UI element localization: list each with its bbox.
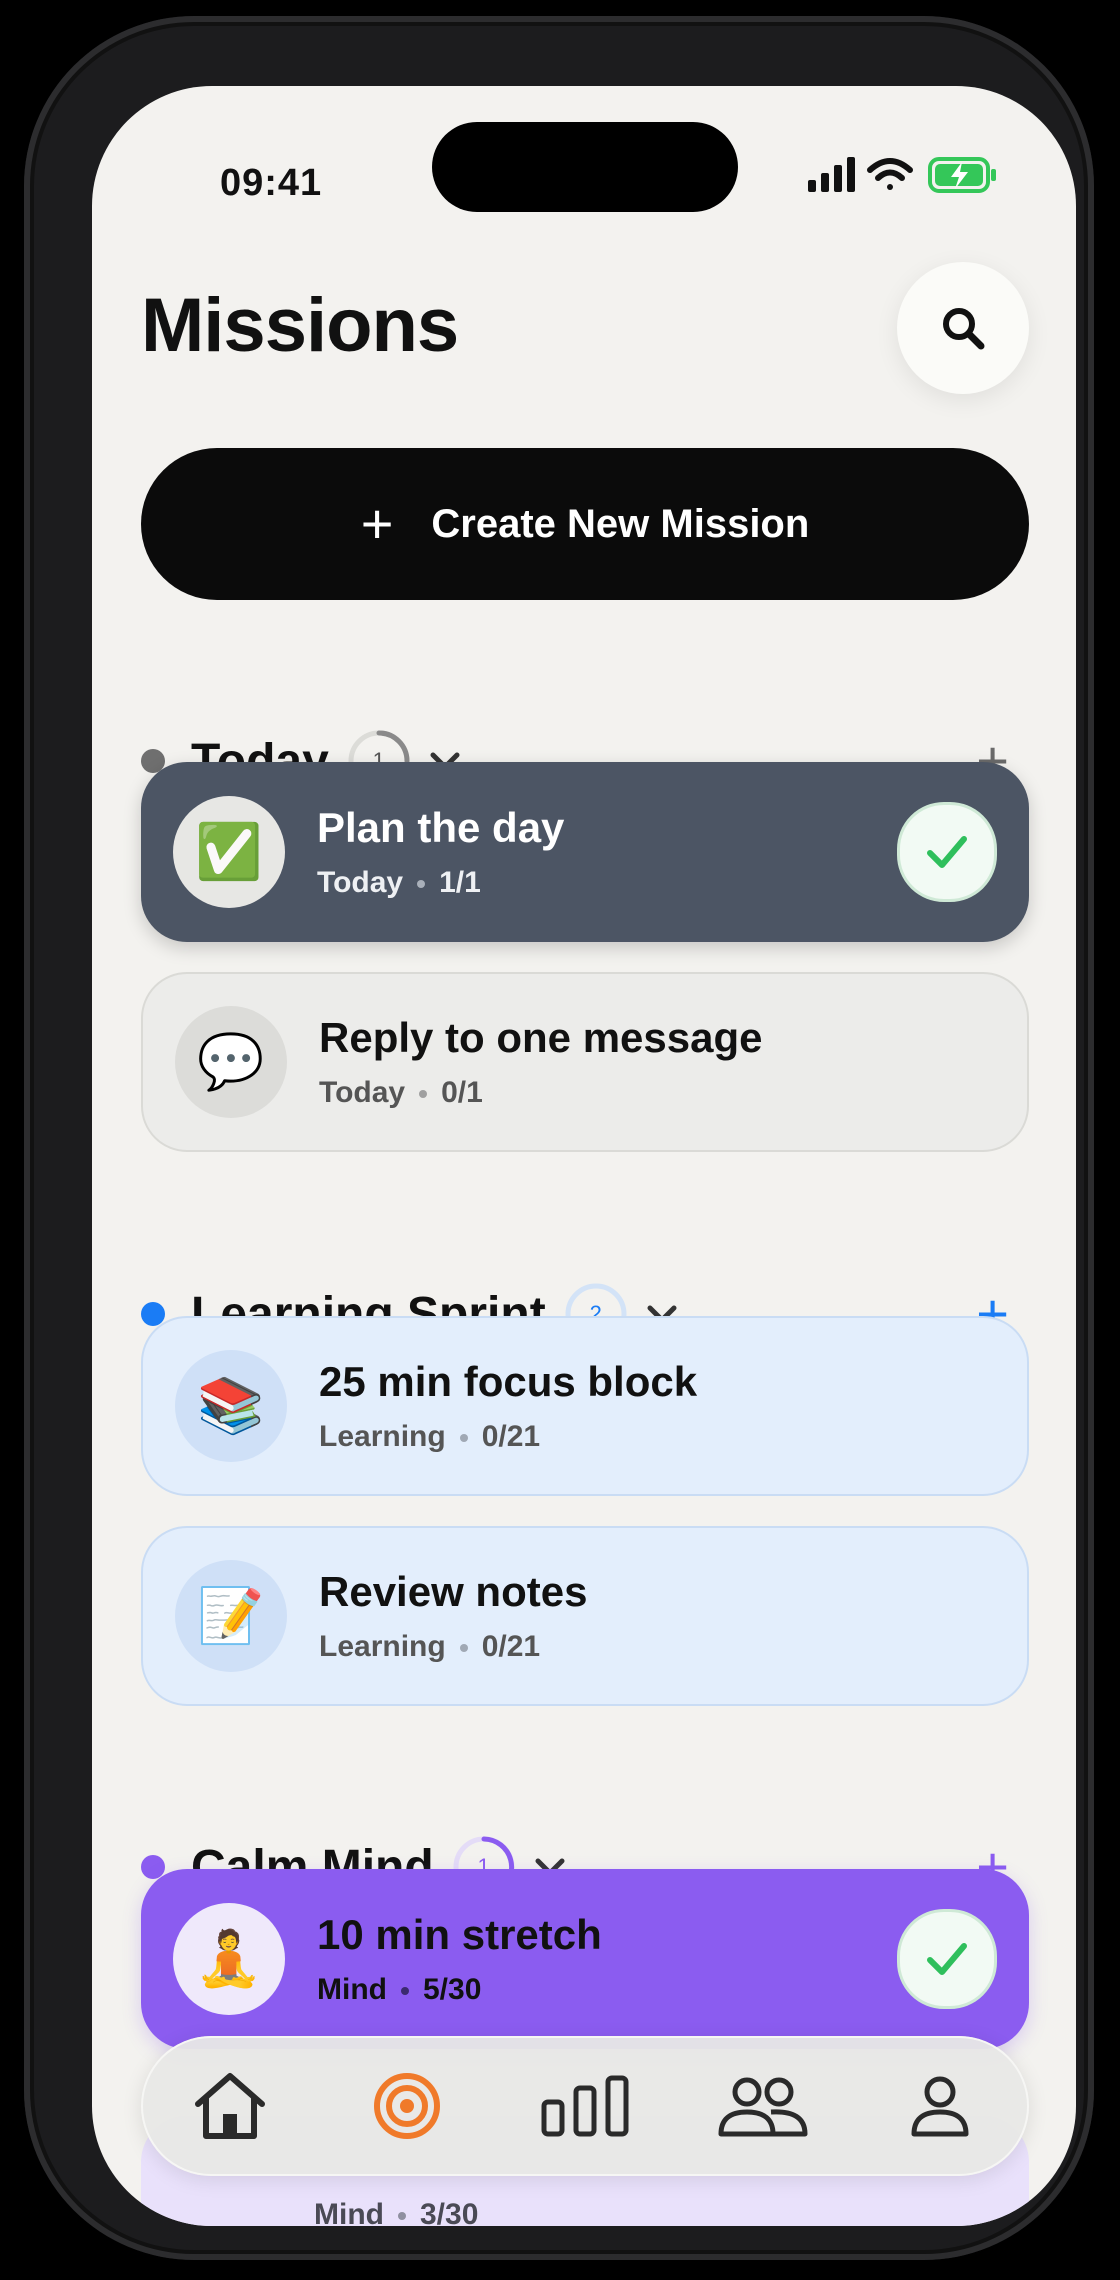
home-icon (194, 2073, 265, 2139)
search-icon (943, 308, 985, 350)
mission-category: Today (317, 866, 404, 899)
tab-bar (141, 2036, 1029, 2176)
mission-card[interactable]: 🧘 10 min stretch Mind 5/30 (141, 1869, 1029, 2049)
meditation-icon: 🧘 (173, 1903, 285, 2015)
mission-category: Mind (317, 1973, 387, 2006)
mission-category: Today (319, 1076, 406, 1109)
plus-icon: + (360, 492, 394, 555)
target-icon (374, 2073, 441, 2139)
mission-progress: 0/21 (481, 1630, 541, 1663)
create-mission-label: Create New Mission (431, 501, 810, 546)
screen: 09:41 Missions + Create New Mission Toda… (92, 86, 1076, 2226)
stats-icon (541, 2075, 629, 2137)
completed-checkmark-button[interactable] (897, 802, 997, 902)
tab-profile[interactable] (880, 2046, 1000, 2166)
tab-stats[interactable] (525, 2046, 645, 2166)
phone-frame: 09:41 Missions + Create New Mission Toda… (24, 16, 1094, 2260)
mission-category: Learning (319, 1630, 446, 1663)
mission-progress: 1/1 (439, 866, 481, 899)
battery-icon (928, 157, 996, 193)
completed-checkmark-button[interactable] (897, 1909, 997, 2009)
mission-card[interactable]: 📚 25 min focus block Learning 0/21 (141, 1316, 1029, 1496)
dynamic-island (432, 122, 738, 212)
notes-icon: 📝 (175, 1560, 287, 1672)
mission-name: Plan the day (317, 804, 565, 851)
wifi-icon (867, 158, 913, 190)
mission-progress: 0/21 (481, 1420, 541, 1453)
search-button[interactable] (897, 262, 1029, 394)
checkmark-icon (927, 1943, 967, 1975)
mission-name: Reply to one message (319, 1014, 763, 1061)
books-icon: 📚 (175, 1350, 287, 1462)
mission-name: 25 min focus block (319, 1358, 698, 1405)
tab-missions[interactable] (347, 2046, 467, 2166)
mission-card[interactable]: 💬 Reply to one message Today 0/1 (141, 972, 1029, 1152)
mission-progress: 0/1 (441, 1076, 483, 1109)
signal-icon (808, 157, 855, 192)
mission-name: Review notes (319, 1568, 588, 1615)
mission-card[interactable]: ✅ Plan the day Today 1/1 (141, 762, 1029, 942)
mission-meta: Mind 3/30 (314, 2198, 479, 2226)
checkmark-icon (927, 836, 967, 868)
mission-check-icon: ✅ (173, 796, 285, 908)
mission-category: Learning (319, 1420, 446, 1453)
speech-bubble-icon: 💬 (175, 1006, 287, 1118)
tab-home[interactable] (170, 2046, 290, 2166)
tab-friends[interactable] (703, 2046, 823, 2166)
mission-card[interactable]: 📝 Review notes Learning 0/21 (141, 1526, 1029, 1706)
page-title: Missions (141, 283, 459, 368)
status-icons (808, 157, 996, 193)
status-time: 09:41 (220, 162, 323, 204)
profile-icon (911, 2076, 969, 2137)
mission-name: 10 min stretch (317, 1911, 602, 1958)
create-mission-button[interactable]: + Create New Mission (141, 448, 1029, 600)
friends-icon (718, 2077, 808, 2137)
mission-progress: 5/30 (422, 1973, 482, 2006)
